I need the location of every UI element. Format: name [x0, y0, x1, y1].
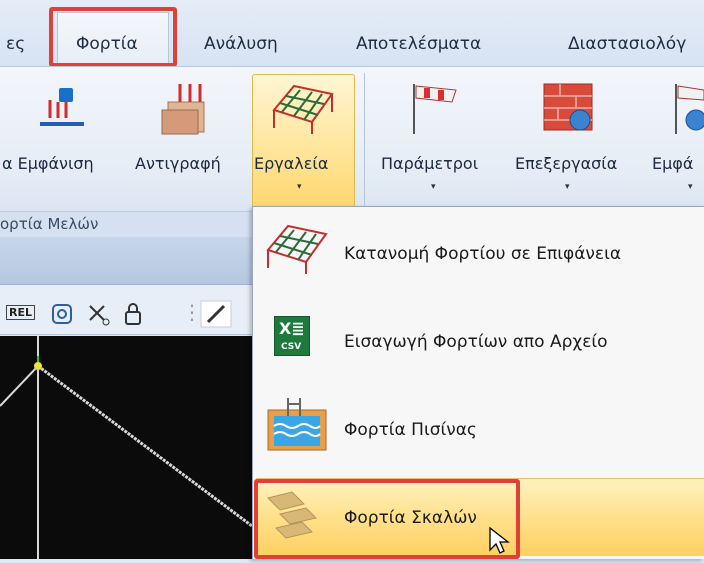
model-viewport[interactable]: [0, 336, 253, 559]
cross-icon[interactable]: [86, 302, 110, 326]
viewport-drawing: [0, 336, 253, 559]
load-display-icon[interactable]: [32, 82, 92, 136]
tab-results[interactable]: Αποτελέσματα: [356, 34, 481, 54]
pencil-icon[interactable]: [200, 300, 232, 328]
display-dropdown-arrow: ▾: [688, 182, 693, 192]
pool-load-icon: [267, 398, 327, 451]
ribbon-group-label: ορτία Μελών: [0, 211, 252, 237]
display-icon[interactable]: [670, 80, 704, 138]
edit-dropdown-arrow: ▾: [565, 182, 570, 192]
ribbon-btn-parameters[interactable]: Παράμετροι: [381, 154, 478, 173]
toolbar-separator: ⋮: [182, 300, 202, 324]
menu-item-pool-load[interactable]: Φορτία Πισίνας: [256, 386, 704, 474]
menu-item-csv-import[interactable]: X≣ CSV Εισαγωγή Φορτίων απο Αρχείο: [256, 298, 704, 386]
menu-item-label: Φορτία Πισίνας: [344, 420, 477, 440]
ribbon-btn-display2[interactable]: Εμφά: [652, 154, 693, 173]
copy-load-icon[interactable]: [158, 80, 214, 138]
menu-item-highlight-box: [254, 479, 520, 559]
ribbon-btn-display[interactable]: α Εμφάνιση: [2, 154, 94, 173]
tab-highlight-box: [49, 7, 177, 67]
tools-grid-icon[interactable]: [270, 80, 338, 136]
csv-icon-text: CSV: [281, 342, 302, 352]
menu-item-surface-load[interactable]: Κατανομή Φορτίου σε Επιφάνεια: [256, 210, 704, 298]
csv-icon-glyph: X≣: [279, 319, 305, 338]
tools-dropdown-arrow: ▾: [297, 182, 302, 192]
tab-prev[interactable]: ες: [6, 34, 25, 54]
node-icon[interactable]: [50, 302, 74, 326]
menu-item-label: Εισαγωγή Φορτίων απο Αρχείο: [344, 332, 608, 352]
tab-analysis[interactable]: Ανάλυση: [204, 34, 278, 54]
group-label-text: ορτία Μελών: [0, 215, 99, 233]
ribbon-btn-edit[interactable]: Επεξεργασία: [515, 154, 617, 173]
ribbon-btn-tools[interactable]: Εργαλεία: [254, 154, 328, 173]
surface-load-grid-icon: [266, 224, 328, 274]
menu-item-label: Κατανομή Φορτίου σε Επιφάνεια: [344, 244, 622, 264]
rel-icon[interactable]: REL: [6, 305, 35, 320]
edit-brick-icon[interactable]: [540, 80, 596, 136]
ribbon-btn-copy[interactable]: Αντιγραφή: [135, 154, 221, 173]
lock-icon[interactable]: [122, 302, 144, 326]
parameters-dropdown-arrow: ▾: [431, 182, 436, 192]
menu-bar: ες Φορτία Ανάλυση Αποτελέσματα Διαστασιο…: [0, 0, 704, 68]
csv-import-icon: X≣ CSV: [274, 316, 310, 356]
panel-header: [0, 237, 252, 285]
parameters-windsock-icon[interactable]: [408, 80, 464, 138]
tab-design[interactable]: Διαστασιολόγ: [568, 34, 686, 54]
ribbon-group-separator: [364, 73, 365, 213]
